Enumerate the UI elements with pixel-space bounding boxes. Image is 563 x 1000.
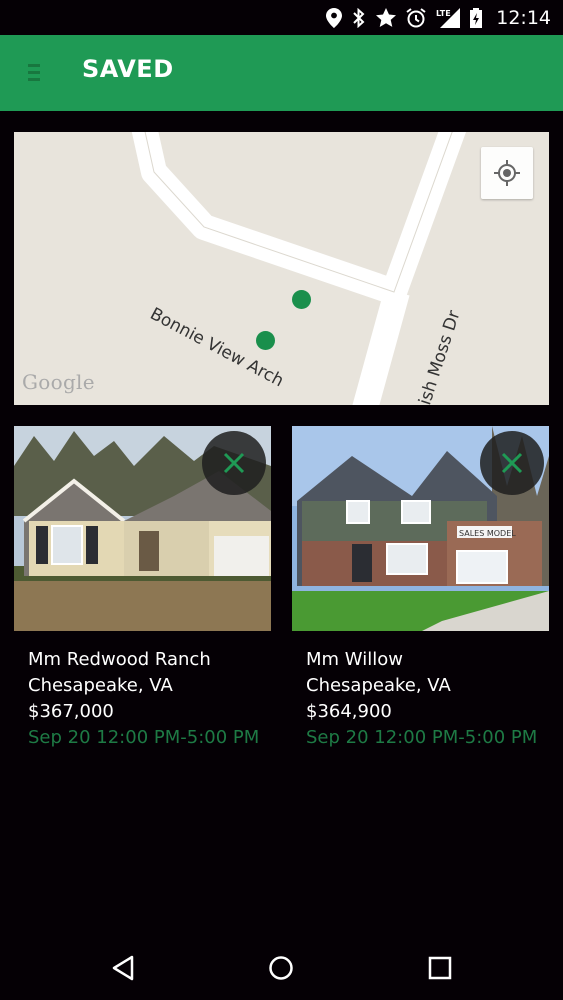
listing-open-house: Sep 20 12:00 PM-5:00 PM — [306, 727, 538, 748]
battery-charging-icon — [470, 7, 483, 28]
status-bar: LTE 12:14 — [0, 0, 563, 35]
bluetooth-icon — [352, 7, 366, 28]
recents-button[interactable] — [425, 953, 455, 983]
listing-photo[interactable] — [14, 426, 271, 631]
my-location-button[interactable] — [481, 147, 533, 199]
listing-price: $364,900 — [306, 701, 392, 722]
home-button[interactable] — [266, 953, 296, 983]
listing-name: Mm Willow — [306, 649, 403, 670]
listing-details: Mm Willow Chesapeake, VA $364,900 Sep 20… — [292, 631, 549, 751]
page-title: SAVED — [82, 55, 174, 83]
location-icon — [326, 7, 343, 28]
lte-signal-icon: LTE — [436, 7, 461, 28]
remove-saved-button[interactable] — [202, 431, 266, 495]
close-icon — [223, 452, 245, 474]
menu-icon[interactable] — [22, 61, 46, 85]
close-icon — [501, 452, 523, 474]
clock-time: 12:14 — [496, 6, 551, 29]
listing-card[interactable]: SALES MODEL Mm Willow Chesapeake, VA $36… — [292, 426, 549, 751]
listing-price: $367,000 — [28, 701, 114, 722]
map-pin[interactable] — [292, 290, 311, 309]
recents-icon — [428, 956, 452, 980]
listing-open-house: Sep 20 12:00 PM-5:00 PM — [28, 727, 260, 748]
listing-location: Chesapeake, VA — [306, 675, 451, 696]
alarm-icon — [406, 7, 426, 28]
home-icon — [269, 956, 293, 980]
star-icon — [376, 8, 397, 27]
status-icons: LTE 12:14 — [326, 0, 551, 35]
back-icon — [112, 955, 134, 981]
listing-details: Mm Redwood Ranch Chesapeake, VA $367,000… — [14, 631, 271, 751]
app-bar: SAVED — [0, 35, 563, 111]
remove-saved-button[interactable] — [480, 431, 544, 495]
system-nav-bar — [0, 935, 563, 1000]
listing-location: Chesapeake, VA — [28, 675, 173, 696]
listing-photo[interactable]: SALES MODEL — [292, 426, 549, 631]
map-roads — [131, 132, 467, 405]
sales-model-sign: SALES MODEL — [459, 529, 516, 538]
svg-text:LTE: LTE — [436, 9, 451, 18]
map-view[interactable]: Bonnie View Arch Spanish Moss Dr Google — [14, 132, 549, 405]
map-pin[interactable] — [256, 331, 275, 350]
listing-name: Mm Redwood Ranch — [28, 649, 211, 670]
back-button[interactable] — [108, 953, 138, 983]
map-attribution: Google — [22, 370, 95, 394]
my-location-icon — [494, 160, 520, 186]
listing-card[interactable]: Mm Redwood Ranch Chesapeake, VA $367,000… — [14, 426, 271, 751]
